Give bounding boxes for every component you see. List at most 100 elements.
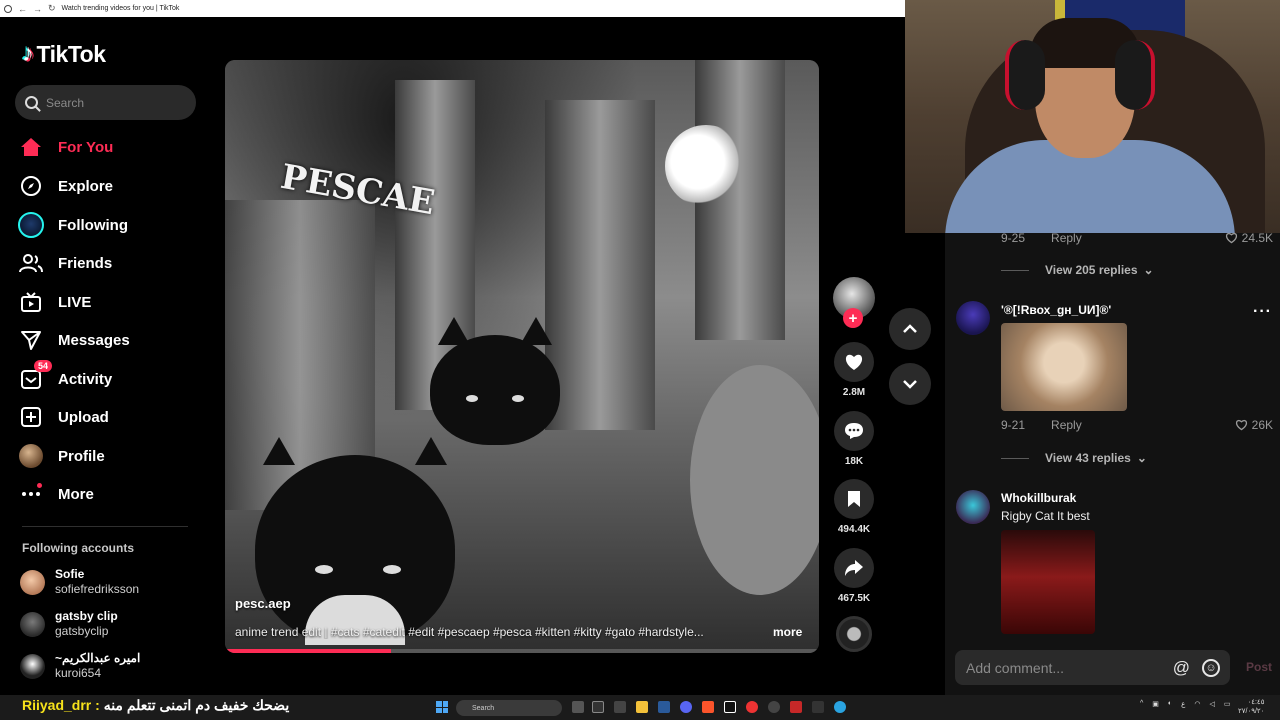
chevron-up-icon xyxy=(903,324,917,333)
share-arrow-icon[interactable] xyxy=(834,548,874,588)
comment-action[interactable]: 18K xyxy=(833,411,875,467)
comments-panel[interactable]: 9-25 Reply 24.5K View 205 replies ⌄ '®[!… xyxy=(945,230,1280,695)
like-action[interactable]: 2.8M xyxy=(833,342,875,398)
following-account-item[interactable]: gatsby clip gatsbyclip xyxy=(20,606,200,642)
add-comment-input[interactable]: Add comment... @ ☺ xyxy=(955,650,1230,685)
battery-icon[interactable]: ▭ xyxy=(1224,700,1231,708)
nav-live[interactable]: LIVE xyxy=(18,287,198,317)
app-icon[interactable] xyxy=(768,701,780,713)
emoji-icon[interactable]: ☺ xyxy=(1202,658,1220,677)
system-tray[interactable]: ^ ▣ ◐ ع ◠ ◁ ▭ xyxy=(1140,700,1230,708)
view-replies-label: View 205 replies xyxy=(1045,263,1138,277)
nav-more[interactable]: More xyxy=(18,479,198,509)
like-count: 2.8M xyxy=(842,387,866,398)
chevron-up-icon[interactable]: ^ xyxy=(1140,700,1143,708)
tiktok-logo[interactable]: ♪ TikTok xyxy=(22,40,106,68)
share-action[interactable]: 467.5K xyxy=(833,548,875,604)
comment-author[interactable]: '®[!Rвох_gн_UИ]®' xyxy=(1001,303,1111,317)
comment-image-cat[interactable] xyxy=(1001,323,1127,411)
task-view-icon[interactable] xyxy=(572,701,584,713)
nav-explore[interactable]: Explore xyxy=(18,171,198,201)
back-arrow-icon[interactable]: ← xyxy=(18,4,27,14)
volume-icon[interactable]: ◁ xyxy=(1209,700,1214,708)
tray-icon[interactable]: ◐ xyxy=(1168,700,1172,708)
tab-title[interactable]: Watch trending videos for you | TikTok xyxy=(62,5,180,12)
save-action[interactable]: 494.4K xyxy=(833,479,875,535)
comment-avatar[interactable] xyxy=(956,490,990,524)
app-icon[interactable] xyxy=(790,701,802,713)
file-explorer-icon[interactable] xyxy=(636,701,648,713)
heart-icon[interactable] xyxy=(834,342,874,382)
comment-likes[interactable]: 26K xyxy=(1235,418,1273,432)
forward-arrow-icon[interactable]: → xyxy=(33,4,42,14)
reload-icon[interactable]: ↻ xyxy=(48,3,56,14)
steam-icon[interactable] xyxy=(658,701,670,713)
comment-meta: 9-25 Reply 24.5K xyxy=(1001,230,1280,246)
nav-upload[interactable]: Upload xyxy=(18,402,198,432)
bookmark-icon[interactable] xyxy=(834,479,874,519)
app-icon[interactable] xyxy=(746,701,758,713)
comment-image-throne[interactable] xyxy=(1001,530,1095,634)
comment-meta: 9-21 Reply 26K xyxy=(1001,417,1280,433)
following-accounts-title: Following accounts xyxy=(22,541,135,555)
tray-icon[interactable]: ▣ xyxy=(1152,700,1159,708)
app-icon[interactable] xyxy=(812,701,824,713)
comment-bubble-icon[interactable] xyxy=(834,411,874,451)
comment-date: 9-21 xyxy=(1001,418,1026,432)
view-replies-button[interactable]: View 205 replies ⌄ xyxy=(1001,263,1154,277)
video-username[interactable]: pesc.aep xyxy=(235,596,291,611)
webcam-overlay xyxy=(905,0,1280,233)
send-icon xyxy=(18,327,44,353)
profile-avatar-icon xyxy=(18,443,44,469)
reply-button[interactable]: Reply xyxy=(1051,418,1082,432)
nav-messages[interactable]: Messages xyxy=(18,325,198,355)
like-count: 26K xyxy=(1251,418,1273,432)
discord-icon[interactable] xyxy=(680,701,692,713)
nav-following[interactable]: Following xyxy=(18,210,198,240)
wifi-icon[interactable]: ◠ xyxy=(1194,700,1200,708)
video-player[interactable]: PESCAE pesc.aep anime trend edit | #cats… xyxy=(225,60,819,653)
taskbar-clock[interactable]: ٠٤:٤٥ ٢٧/٠٩/٢٠ xyxy=(1238,698,1264,716)
save-count: 494.4K xyxy=(837,524,871,535)
comment-likes[interactable]: 24.5K xyxy=(1225,231,1273,245)
follow-plus-button[interactable]: + xyxy=(843,308,863,328)
post-comment-button[interactable]: Post xyxy=(1246,660,1272,674)
browser-tab-bar: ← → ↻ Watch trending videos for you | Ti… xyxy=(0,0,905,17)
account-name: gatsby clip xyxy=(55,609,118,623)
comment-options-icon[interactable]: ··· xyxy=(1253,303,1272,321)
app-icon[interactable] xyxy=(614,701,626,713)
nav-friends[interactable]: Friends xyxy=(18,248,198,278)
following-account-item[interactable]: ~اميره عبدالكريم kuroi654 xyxy=(20,648,200,684)
previous-video-button[interactable] xyxy=(889,308,931,350)
caption-more-button[interactable]: more xyxy=(773,625,802,639)
avatar xyxy=(20,569,45,595)
reply-button[interactable]: Reply xyxy=(1051,231,1082,245)
taskbar-search[interactable]: Search xyxy=(456,700,562,716)
comment-text: Rigby Cat It best xyxy=(1001,509,1090,523)
following-account-item[interactable]: Sofie sofiefredriksson xyxy=(20,564,200,600)
view-replies-button[interactable]: View 43 replies ⌄ xyxy=(1001,451,1147,465)
nav-for-you[interactable]: For You xyxy=(18,132,198,162)
mention-at-icon[interactable]: @ xyxy=(1173,658,1190,678)
sound-disc-icon[interactable] xyxy=(836,616,872,652)
more-notification-dot xyxy=(37,483,42,488)
comment-avatar[interactable] xyxy=(956,301,990,335)
tiktok-note-icon: ♪ xyxy=(22,40,34,67)
sidebar-divider xyxy=(22,526,188,527)
app-icon[interactable] xyxy=(592,701,604,713)
chat-username: Riiyad_drr : xyxy=(22,697,100,713)
share-count: 467.5K xyxy=(837,593,871,604)
comment-author[interactable]: Whokillburak xyxy=(1001,491,1076,505)
tiktok-app-icon[interactable] xyxy=(724,701,736,713)
like-count: 24.5K xyxy=(1241,231,1273,245)
telegram-icon[interactable] xyxy=(834,701,846,713)
windows-start-icon[interactable] xyxy=(436,701,448,713)
brave-icon[interactable] xyxy=(702,701,714,713)
video-progress-bar[interactable] xyxy=(225,649,819,653)
chevron-down-icon xyxy=(903,380,917,389)
nav-profile[interactable]: Profile xyxy=(18,441,198,471)
next-video-button[interactable] xyxy=(889,363,931,405)
nav-activity[interactable]: 54 Activity xyxy=(18,360,198,394)
search-input[interactable]: Search xyxy=(15,85,196,120)
language-icon[interactable]: ع xyxy=(1181,700,1185,708)
